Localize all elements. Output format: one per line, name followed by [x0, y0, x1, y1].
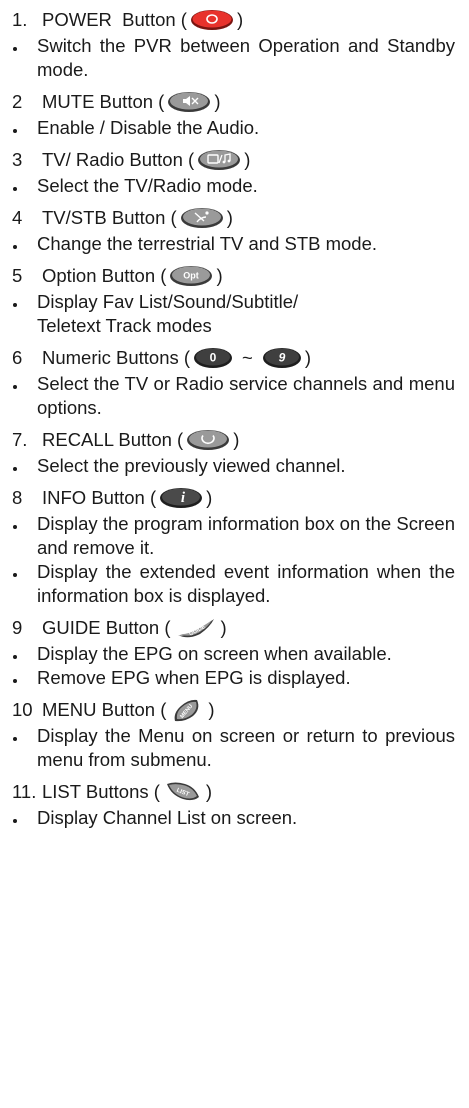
item-4-heading: 4 TV/STB Button ( ) [12, 204, 455, 232]
item-title-close: ) [206, 487, 213, 508]
item-2-bullet: Enable / Disable the Audio. [12, 116, 455, 140]
item-title: LIST Buttons ( [42, 781, 160, 802]
item-1-heading: 1. POWER Button ( ) [12, 6, 455, 34]
item-8-heading: 8 INFO Button ( i ) [12, 484, 455, 512]
item-number: 6 [12, 347, 23, 368]
item-number: 10 [12, 699, 33, 720]
power-button-icon [190, 9, 234, 31]
item-title-close: ) [226, 207, 233, 228]
numeric-0-label: 0 [210, 351, 217, 365]
item-title: MENU Button ( [42, 699, 167, 720]
item-title-close: ) [233, 429, 240, 450]
numeric-9-label: 9 [279, 351, 286, 365]
item-9-bullet-1: Display the EPG on screen when available… [12, 642, 455, 666]
item-number: 9 [12, 617, 23, 638]
item-title: Option Button ( [42, 265, 167, 286]
item-title-close: ) [236, 9, 244, 30]
recall-button-icon [186, 429, 230, 451]
item-title: Numeric Buttons ( [42, 347, 191, 368]
info-button-icon: i [159, 487, 203, 509]
item-5-bullet-continued: Teletext Track modes [37, 315, 212, 336]
item-10-heading: 10 MENU Button ( MENU ) [12, 696, 455, 724]
item-title: POWER Button ( [42, 9, 187, 30]
item-number: 11. [12, 781, 37, 802]
tv-radio-button-icon [197, 149, 241, 171]
item-title: RECALL Button ( [42, 429, 184, 450]
item-9-heading: 9 GUIDE Button ( GUIDE ) [12, 614, 455, 642]
item-title: TV/ Radio Button ( [42, 149, 195, 170]
item-title-close: ) [205, 781, 213, 802]
item-title: GUIDE Button ( [42, 617, 171, 638]
item-number: 5 [12, 265, 23, 286]
item-title: INFO Button ( [42, 487, 157, 508]
item-3-heading: 3 TV/ Radio Button ( ) [12, 146, 455, 174]
item-7-heading: 7. RECALL Button ( ) [12, 426, 455, 454]
item-5-bullet: Display Fav List/Sound/Subtitle/ [12, 290, 455, 314]
item-title-close: ) [304, 347, 312, 368]
item-number: 8 [12, 487, 23, 508]
item-1-bullet: Switch the PVR between Operation and Sta… [12, 34, 455, 82]
menu-button-icon: MENU [169, 699, 205, 722]
numeric-0-button-icon: 0 [193, 347, 233, 369]
item-11-heading: 11. LIST Buttons ( LIST ) [12, 778, 455, 806]
item-9-bullet-2: Remove EPG when EPG is displayed. [12, 666, 455, 690]
item-title-close: ) [220, 617, 227, 638]
option-icon-label: Opt [184, 271, 200, 281]
list-button-icon: LIST [163, 781, 203, 803]
option-button-icon: Opt [169, 265, 213, 287]
item-7-bullet: Select the previously viewed channel. [12, 454, 455, 478]
item-10-bullet: Display the Menu on screen or return to … [12, 724, 455, 772]
item-number: 7. [12, 429, 28, 450]
item-5-heading: 5 Option Button ( Opt ) [12, 262, 455, 290]
item-2-heading: 2 MUTE Button ( ) [12, 88, 455, 116]
item-3-bullet: Select the TV/Radio mode. [12, 174, 455, 198]
item-title-close: ) [244, 149, 251, 170]
item-11-bullet: Display Channel List on screen. [12, 806, 455, 830]
item-number: 3 [12, 149, 23, 170]
item-title-close: ) [214, 91, 221, 112]
item-title: MUTE Button ( [42, 91, 165, 112]
item-title-close: ) [216, 265, 223, 286]
tv-stb-button-icon [180, 207, 224, 229]
numeric-9-button-icon: 9 [262, 347, 302, 369]
item-4-bullet: Change the terrestrial TV and STB mode. [12, 232, 455, 256]
item-number: 1. [12, 9, 28, 30]
guide-button-icon: GUIDE [174, 617, 218, 639]
item-number: 2 [12, 91, 23, 112]
range-separator: ~ [242, 347, 253, 368]
mute-button-icon [167, 91, 211, 113]
item-title-close: ) [208, 699, 215, 720]
item-6-bullet: Select the TV or Radio service channels … [12, 372, 455, 420]
item-8-bullet-1: Display the program information box on t… [12, 512, 455, 560]
manual-page: 1. POWER Button ( ) Switch the PVR betwe… [0, 0, 469, 1108]
item-title: TV/STB Button ( [42, 207, 177, 228]
item-number: 4 [12, 207, 23, 228]
item-6-heading: 6 Numeric Buttons ( 0 ~ 9 ) [12, 344, 455, 372]
item-8-bullet-2: Display the extended event information w… [12, 560, 455, 608]
